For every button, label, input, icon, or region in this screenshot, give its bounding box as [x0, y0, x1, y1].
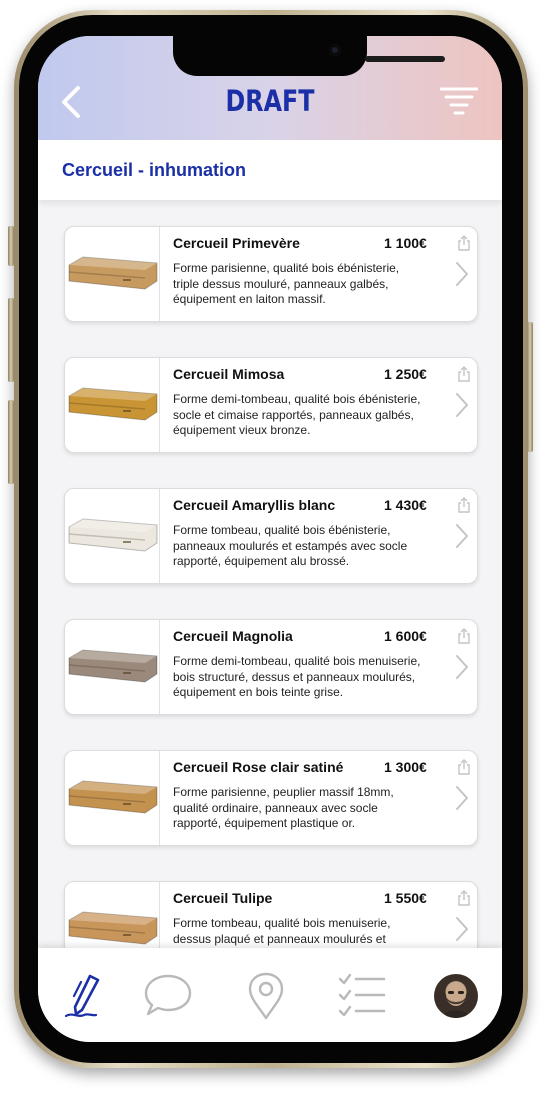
product-description: Forme demi-tombeau, qualité bois menuise…	[173, 654, 421, 699]
product-card[interactable]: Cercueil Rose clair satiné 1 300€ Forme pa…	[64, 750, 478, 846]
share-icon[interactable]	[457, 890, 471, 906]
app-header: DRAFT	[38, 36, 502, 140]
product-description: Forme parisienne, qualité bois ébénister…	[173, 261, 400, 306]
product-card[interactable]: Cercueil Mimosa 1 250€ Forme demi-tombeau,…	[64, 357, 478, 453]
coffin-image	[68, 518, 158, 552]
product-thumbnail	[65, 751, 160, 845]
map-pin-icon[interactable]	[240, 970, 292, 1022]
product-thumbnail	[65, 882, 160, 950]
product-card[interactable]: Cercueil Amaryllis blanc 1 430€ Forme tomb…	[64, 488, 478, 584]
product-description: Forme tombeau, qualité bois menuiserie, …	[173, 916, 391, 950]
share-icon[interactable]	[457, 366, 471, 382]
product-description: Forme tombeau, qualité bois ébénisterie,…	[173, 523, 408, 568]
product-thumbnail	[65, 227, 160, 321]
coffin-image	[68, 649, 158, 683]
chevron-right-icon[interactable]	[455, 523, 469, 549]
chevron-right-icon[interactable]	[455, 261, 469, 287]
product-thumbnail	[65, 358, 160, 452]
side-button-mute	[8, 226, 14, 266]
pen-icon[interactable]	[60, 970, 112, 1022]
category-bar: Cercueil - inhumation	[38, 140, 502, 200]
coffin-image	[68, 256, 158, 290]
product-card[interactable]: Cercueil Tulipe 1 550€ Forme tombeau, qual…	[64, 881, 478, 950]
side-button-volume-up	[8, 298, 14, 382]
side-button-volume-down	[8, 400, 14, 484]
share-icon[interactable]	[457, 759, 471, 775]
product-name: Cercueil Mimosa	[173, 366, 285, 382]
avatar-face-icon	[442, 982, 470, 1018]
product-price: 1 100€	[384, 235, 427, 251]
app-title: DRAFT	[225, 84, 315, 118]
share-icon[interactable]	[457, 628, 471, 644]
bottom-tab-bar	[38, 948, 502, 1042]
ear-speaker	[365, 56, 445, 62]
profile-avatar[interactable]	[434, 974, 478, 1018]
device-notch	[173, 36, 445, 76]
filter-lines-icon[interactable]	[440, 86, 478, 118]
chevron-right-icon[interactable]	[455, 392, 469, 418]
product-card[interactable]: Cercueil Primevère 1 100€ Forme parisienne…	[64, 226, 478, 322]
coffin-image	[68, 387, 158, 421]
product-description: Forme demi-tombeau, qualité bois ébénist…	[173, 392, 421, 437]
product-price: 1 550€	[384, 890, 427, 906]
product-name: Cercueil Rose clair satiné	[173, 759, 344, 775]
product-description: Forme parisienne, peuplier massif 18mm, …	[173, 785, 394, 830]
product-thumbnail	[65, 489, 160, 583]
chevron-right-icon[interactable]	[455, 785, 469, 811]
product-price: 1 430€	[384, 497, 427, 513]
product-name: Cercueil Amaryllis blanc	[173, 497, 336, 513]
chat-bubble-icon[interactable]	[142, 970, 194, 1022]
product-price: 1 600€	[384, 628, 427, 644]
product-thumbnail	[65, 620, 160, 714]
product-list: Cercueil Primevère 1 100€ Forme parisienne…	[38, 200, 502, 950]
product-name: Cercueil Tulipe	[173, 890, 273, 906]
chevron-right-icon[interactable]	[455, 916, 469, 942]
app-screen: DRAFT Cercueil - inhumation Cercueil Pri…	[38, 36, 502, 1042]
checklist-icon[interactable]	[336, 970, 388, 1022]
coffin-image	[68, 911, 158, 945]
share-icon[interactable]	[457, 497, 471, 513]
product-name: Cercueil Primevère	[173, 235, 300, 251]
share-icon[interactable]	[457, 235, 471, 251]
product-card[interactable]: Cercueil Magnolia 1 600€ Forme demi-tombea…	[64, 619, 478, 715]
product-price: 1 250€	[384, 366, 427, 382]
product-name: Cercueil Magnolia	[173, 628, 293, 644]
front-camera	[329, 44, 341, 56]
chevron-right-icon[interactable]	[455, 654, 469, 680]
product-price: 1 300€	[384, 759, 427, 775]
category-title: Cercueil - inhumation	[62, 160, 247, 180]
side-button-power	[527, 322, 533, 452]
coffin-image	[68, 780, 158, 814]
